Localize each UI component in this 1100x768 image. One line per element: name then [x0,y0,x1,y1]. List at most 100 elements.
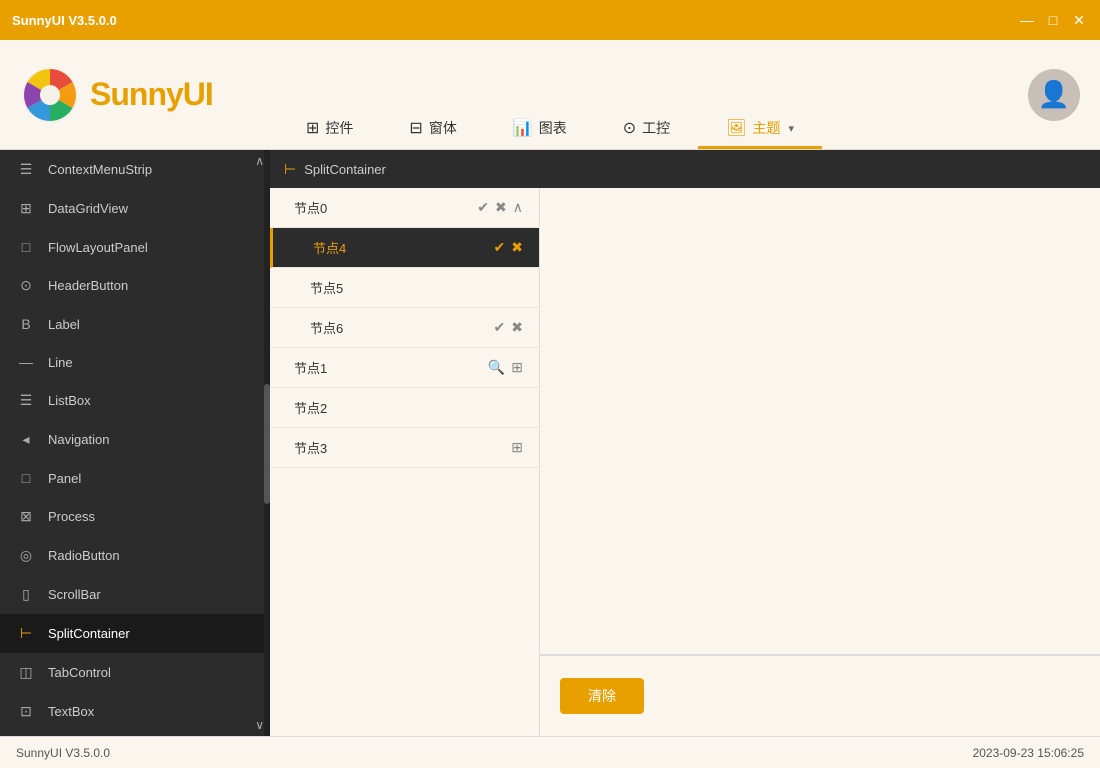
logo-area: SunnyUI [20,65,213,125]
node2-label: 节点2 [294,398,523,417]
tree-node-node0[interactable]: 节点0✔ ✖ ∧ [270,188,539,228]
splitcontainer-icon: ⊢ [16,625,36,642]
display-bottom: 清除 [540,656,1100,736]
sidebar-item-tabcontrol[interactable]: ◫TabControl [0,653,270,692]
tree-node-node3[interactable]: 节点3⊞ [270,428,539,468]
sidebar-item-contextmenustrip[interactable]: ☰ContextMenuStrip [0,150,270,189]
tree-node-node4[interactable]: 节点4✔✖ [270,228,539,268]
sidebar-item-textbox[interactable]: ⊡TextBox [0,692,270,731]
sidebar-item-scrollbar[interactable]: ▯ ScrollBar [0,575,270,614]
nav-menu: ⊞ 控件 ⊟ 窗体 📊 图表 ⊙ 工控 🖼 主题 ▾ [278,110,822,149]
textbox-icon: ⊡ [16,703,36,720]
sidebar-item-transfer[interactable]: ▐▌Transfer [0,731,270,736]
node3-label: 节点3 [294,438,511,457]
node0-action-up[interactable]: ∧ [513,199,523,216]
line-icon: — [16,354,36,370]
scrollbar-label: ScrollBar [48,587,101,602]
titlebar-title: SunnyUI V3.5.0.0 [12,13,117,28]
line-label: Line [48,355,73,370]
sidebar-list: ☰ContextMenuStrip⊞DataGridView□FlowLayou… [0,150,270,736]
sidebar-item-navigation[interactable]: ◂Navigation [0,420,270,459]
nav-controls-label: 控件 [325,118,353,138]
sidebar-item-radiobutton[interactable]: ◎RadioButton [0,536,270,575]
avatar-icon: 👤 [1038,79,1070,110]
node1-action-search[interactable]: 🔍 [488,359,505,376]
theme-icon: 🖼 [726,118,746,138]
sidebar-item-datagridview[interactable]: ⊞DataGridView [0,189,270,228]
contextmenustrip-label: ContextMenuStrip [48,162,152,177]
flowlayoutpanel-label: FlowLayoutPanel [48,240,148,255]
profile-avatar[interactable]: 👤 [1028,69,1080,121]
node0-actions: ✔ ✖ ∧ [477,199,523,216]
sidebar-item-line[interactable]: — Line [0,343,270,381]
listbox-icon: ☰ [16,392,36,409]
sidebar-item-label[interactable]: BLabel [0,305,270,343]
nav-controls[interactable]: ⊞ 控件 [278,110,381,149]
chart-icon: 📊 [513,118,533,138]
nav-theme-label: 主题 [752,118,780,138]
node0-action-close[interactable]: ✖ [495,199,507,216]
maximize-button[interactable]: □ [1044,11,1062,29]
sidebar-scroll-down[interactable]: ∨ [255,718,264,732]
navigation-icon: ◂ [16,431,36,448]
node6-action-close[interactable]: ✖ [511,319,523,336]
scrollbar-icon: ▯ [16,586,36,603]
clear-button[interactable]: 清除 [560,678,644,714]
nav-window[interactable]: ⊟ 窗体 [381,110,484,149]
panel-icon: □ [16,470,36,486]
nav-industrial[interactable]: ⊙ 工控 [595,110,698,149]
node4-action-check[interactable]: ✔ [494,239,506,256]
statusbar: SunnyUI V3.5.0.0 2023-09-23 15:06:25 [0,736,1100,768]
process-label: Process [48,509,95,524]
headerbutton-label: HeaderButton [48,278,128,293]
theme-dropdown-arrow: ▾ [788,122,794,135]
node0-label: 节点0 [294,198,477,217]
minimize-button[interactable]: — [1018,11,1036,29]
logo-icon [20,65,80,125]
tabcontrol-label: TabControl [48,665,111,680]
label-label: Label [48,317,80,332]
tree-node-node2[interactable]: 节点2 [270,388,539,428]
node4-action-close[interactable]: ✖ [511,239,523,256]
node6-action-check[interactable]: ✔ [494,319,506,336]
radiobutton-label: RadioButton [48,548,120,563]
flowlayoutpanel-icon: □ [16,239,36,255]
sidebar-item-listbox[interactable]: ☰ListBox [0,381,270,420]
statusbar-left: SunnyUI V3.5.0.0 [16,746,110,760]
sidebar-item-splitcontainer[interactable]: ⊢SplitContainer [0,614,270,653]
split-container-header: ⊢ SplitContainer [270,150,1100,188]
sidebar-scrollbar[interactable] [264,150,270,736]
sidebar-scroll-up[interactable]: ∧ [255,154,264,168]
tree-node-node5[interactable]: 节点5 [270,268,539,308]
logo-ui: UI [183,76,213,112]
tree-area: 节点0✔✖∧节点4✔✖节点5节点6✔✖节点1🔍⊞节点2节点3⊞ [270,188,540,736]
display-top [540,188,1100,656]
sidebar-item-flowlayoutpanel[interactable]: □ FlowLayoutPanel [0,228,270,266]
statusbar-right: 2023-09-23 15:06:25 [973,746,1084,760]
node3-action-grid[interactable]: ⊞ [511,439,523,456]
panel-label: Panel [48,471,81,486]
close-button[interactable]: ✕ [1070,11,1088,29]
nav-chart[interactable]: 📊 图表 [485,110,595,149]
logo-text: SunnyUI [90,76,213,113]
sidebar-scrollbar-thumb [264,384,270,504]
header: SunnyUI ⊞ 控件 ⊟ 窗体 📊 图表 ⊙ 工控 🖼 主题 ▾ 👤 [0,40,1100,150]
node3-actions: ⊞ [511,439,523,456]
tree-node-node6[interactable]: 节点6✔ ✖ [270,308,539,348]
split-header-label: SplitContainer [304,162,386,177]
node6-label: 节点6 [310,318,494,337]
split-header-icon: ⊢ [284,161,296,178]
sidebar-item-panel[interactable]: □ Panel [0,459,270,497]
logo-sunny: Sunny [90,76,183,112]
sidebar-item-headerbutton[interactable]: ⊙HeaderButton [0,266,270,305]
node5-label: 节点5 [310,278,523,297]
nav-window-label: 窗体 [429,118,457,138]
sidebar-item-process[interactable]: ⊠Process [0,497,270,536]
node0-action-check[interactable]: ✔ [477,199,489,216]
nav-theme[interactable]: 🖼 主题 ▾ [698,110,822,149]
datagridview-label: DataGridView [48,201,128,216]
nav-chart-label: 图表 [539,118,567,138]
content-area: ⊢ SplitContainer 节点0✔✖∧节点4✔✖节点5节点6✔✖节点1🔍… [270,150,1100,736]
tree-node-node1[interactable]: 节点1🔍⊞ [270,348,539,388]
node1-action-grid[interactable]: ⊞ [511,359,523,376]
